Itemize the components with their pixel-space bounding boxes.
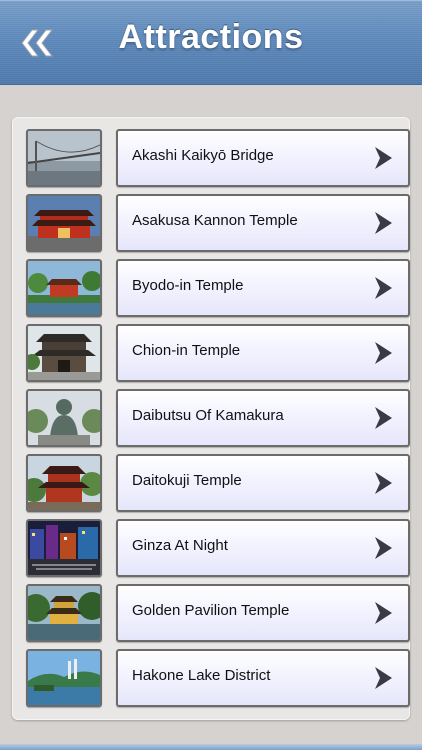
attractions-list: Akashi Kaikyō Bridge Asakusa Kannon Temp…: [12, 117, 410, 720]
chevron-right-icon: [375, 537, 392, 559]
temple-gate-photo: [26, 324, 102, 382]
red-temple-gate-photo: [26, 194, 102, 252]
item-button[interactable]: Chion-in Temple: [116, 324, 410, 382]
chevron-right-icon: [375, 342, 392, 364]
back-button[interactable]: [18, 26, 60, 60]
chevron-right-icon: [375, 667, 392, 689]
item-button[interactable]: Akashi Kaikyō Bridge: [116, 129, 410, 187]
item-label: Hakone Lake District: [132, 667, 271, 684]
item-button[interactable]: Daitokuji Temple: [116, 454, 410, 512]
red-temple-photo: [26, 259, 102, 317]
item-button[interactable]: Byodo-in Temple: [116, 259, 410, 317]
list-item[interactable]: Akashi Kaikyō Bridge: [26, 129, 410, 187]
item-label: Akashi Kaikyō Bridge: [132, 147, 274, 164]
list-item[interactable]: Chion-in Temple: [26, 324, 410, 382]
item-label: Asakusa Kannon Temple: [132, 212, 298, 229]
item-label: Byodo-in Temple: [132, 277, 244, 294]
list-item[interactable]: Daitokuji Temple: [26, 454, 410, 512]
item-label: Ginza At Night: [132, 537, 228, 554]
item-label: Chion-in Temple: [132, 342, 241, 359]
page-title: Attractions: [118, 18, 304, 56]
list-item[interactable]: Golden Pavilion Temple: [26, 584, 410, 642]
bridge-photo: [26, 129, 102, 187]
pagoda-photo: [26, 454, 102, 512]
item-button[interactable]: Daibutsu Of Kamakura: [116, 389, 410, 447]
golden-pavilion-photo: [26, 584, 102, 642]
item-button[interactable]: Ginza At Night: [116, 519, 410, 577]
bottom-bar: [0, 744, 422, 750]
header-bar: Attractions: [0, 0, 422, 84]
item-button[interactable]: Golden Pavilion Temple: [116, 584, 410, 642]
list-item[interactable]: Byodo-in Temple: [26, 259, 410, 317]
item-button[interactable]: Asakusa Kannon Temple: [116, 194, 410, 252]
chevron-right-icon: [375, 472, 392, 494]
list-item[interactable]: Daibutsu Of Kamakura: [26, 389, 410, 447]
lake-photo: [26, 649, 102, 707]
chevron-right-icon: [375, 147, 392, 169]
great-buddha-photo: [26, 389, 102, 447]
list-item[interactable]: Asakusa Kannon Temple: [26, 194, 410, 252]
chevron-right-icon: [375, 277, 392, 299]
chevron-right-icon: [375, 212, 392, 234]
chevron-right-icon: [375, 602, 392, 624]
list-item[interactable]: Hakone Lake District: [26, 649, 410, 707]
item-button[interactable]: Hakone Lake District: [116, 649, 410, 707]
double-chevron-left-icon: [21, 29, 54, 57]
item-label: Daibutsu Of Kamakura: [132, 407, 284, 424]
list-item[interactable]: Ginza At Night: [26, 519, 410, 577]
item-label: Daitokuji Temple: [132, 472, 242, 489]
chevron-right-icon: [375, 407, 392, 429]
item-label: Golden Pavilion Temple: [132, 602, 290, 619]
city-night-photo: [26, 519, 102, 577]
